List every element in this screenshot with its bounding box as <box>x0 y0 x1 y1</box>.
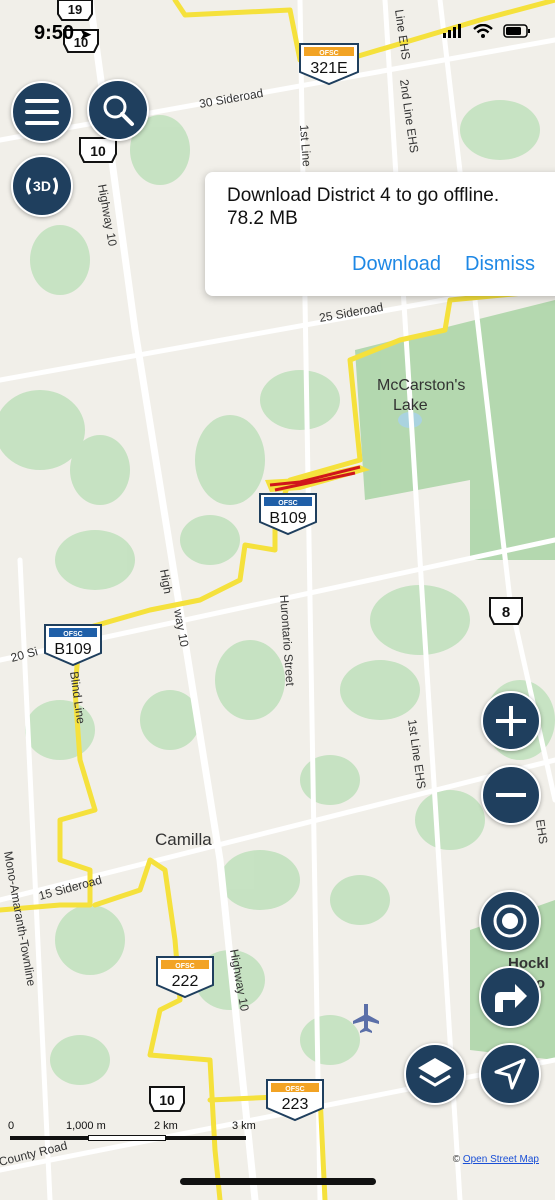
popup-message: Download District 4 to go offline. <box>227 185 500 206</box>
wifi-icon <box>473 24 493 38</box>
search-button[interactable] <box>87 79 149 141</box>
magnifier-icon <box>103 95 134 126</box>
layers-button[interactable] <box>404 1043 466 1105</box>
turn-right-arrow-icon <box>495 984 527 1012</box>
road-label-1st-line: 1st Line <box>297 124 314 167</box>
trail-number: 222 <box>172 973 199 990</box>
layers-icon <box>418 1058 452 1087</box>
download-button[interactable]: Download <box>352 253 441 276</box>
popup-actions: Download Dismiss <box>352 253 535 276</box>
place-label-lake: McCarston's <box>377 377 465 394</box>
battery-icon <box>503 24 530 38</box>
highway-shield: 19 <box>57 0 93 21</box>
highway-shield: 10 <box>149 1086 185 1112</box>
trail-brand: OFSC <box>285 1086 304 1093</box>
place-label-camilla: Camilla <box>155 830 212 849</box>
trail-number: B109 <box>54 641 91 658</box>
highway-shield-label: 19 <box>68 2 82 17</box>
record-icon <box>493 904 527 938</box>
trail-number: 321E <box>310 60 347 77</box>
status-icons <box>443 24 531 38</box>
status-time-text: 9:50 <box>34 22 75 44</box>
scale-label: 2 km <box>154 1120 178 1132</box>
signal-icon <box>443 24 461 38</box>
record-button[interactable] <box>479 890 541 952</box>
minus-icon <box>496 793 526 797</box>
3d-label: 3D <box>33 178 51 194</box>
trail-brand: OFSC <box>175 963 194 970</box>
route-button[interactable] <box>479 966 541 1028</box>
offline-download-popup: Download District 4 to go offline. 78.2 … <box>205 172 555 296</box>
zoom-in-button[interactable] <box>481 691 541 751</box>
navigation-arrow-icon <box>494 1058 526 1090</box>
trail-number: B109 <box>269 510 306 527</box>
3d-mode-button[interactable]: 3D <box>11 155 73 217</box>
place-label-lake: Lake <box>393 397 428 414</box>
trail-brand: OFSC <box>319 50 338 57</box>
plus-icon <box>496 706 526 736</box>
locate-button[interactable] <box>479 1043 541 1105</box>
scale-bar: 0 1,000 m 2 km 3 km <box>8 1118 268 1148</box>
trail-brand: OFSC <box>278 500 297 507</box>
scale-line-segment <box>88 1135 166 1141</box>
highway-shield-label: 10 <box>159 1092 175 1108</box>
home-indicator[interactable] <box>180 1178 376 1185</box>
location-arrow-icon: ➤ <box>79 26 92 42</box>
zoom-out-button[interactable] <box>481 765 541 825</box>
scale-label: 1,000 m <box>66 1120 106 1132</box>
trail-brand: OFSC <box>63 631 82 638</box>
map-attribution: © Open Street Map <box>453 1154 539 1165</box>
scale-label: 3 km <box>232 1120 256 1132</box>
hamburger-menu-icon <box>25 99 59 125</box>
attribution-prefix: © <box>452 1154 463 1165</box>
trail-number: 223 <box>282 1096 309 1113</box>
highway-shield-label: 8 <box>502 604 510 621</box>
menu-button[interactable] <box>11 81 73 143</box>
highway-shield: 10 <box>79 137 117 163</box>
status-time: 9:50 ➤ <box>34 22 91 45</box>
scale-label: 0 <box>8 1120 15 1132</box>
3d-rotate-icon: 3D <box>25 177 59 195</box>
osm-attribution-link[interactable]: Open Street Map <box>463 1154 539 1165</box>
dismiss-button[interactable]: Dismiss <box>465 253 535 276</box>
popup-size: 78.2 MB <box>227 208 298 229</box>
highway-shield: 8 <box>489 597 523 625</box>
highway-shield-label: 10 <box>90 143 106 159</box>
